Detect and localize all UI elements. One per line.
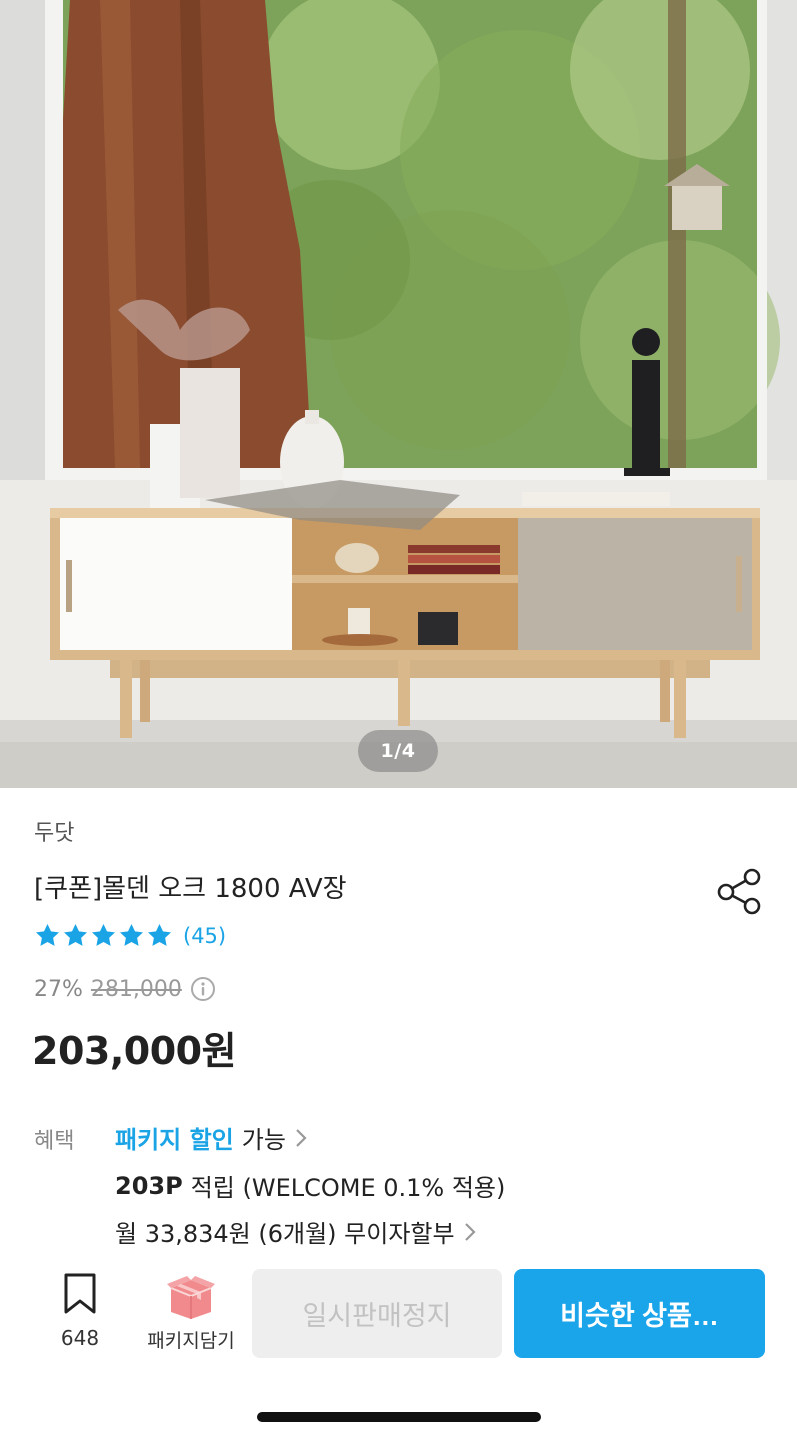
package-box-icon: [167, 1276, 215, 1319]
package-add-label: 패키지담기: [147, 1330, 235, 1352]
carousel-page-indicator: 1/4: [358, 730, 438, 772]
points-row: 203P 적립 (WELCOME 0.1% 적용): [115, 1168, 505, 1203]
rating-row[interactable]: (45): [34, 922, 226, 949]
product-title: [쿠폰]몰덴 오크 1800 AV장: [34, 874, 347, 904]
bookmark-count: 648: [60, 1326, 100, 1350]
brand-name[interactable]: 두닷: [34, 815, 74, 847]
package-add-button[interactable]: 패키지담기: [137, 1272, 245, 1353]
package-discount-row[interactable]: 패키지 할인 가능: [115, 1120, 308, 1155]
original-price: 281,000: [90, 976, 182, 1002]
star-icon: [148, 924, 171, 946]
share-icon: [717, 868, 761, 915]
package-discount-label: 패키지 할인: [115, 1126, 234, 1154]
star-icon: [92, 924, 115, 946]
package-available-text: 가능: [241, 1126, 286, 1154]
chevron-right-icon: [296, 1128, 307, 1147]
info-icon[interactable]: [190, 976, 216, 1002]
installment-text: 월 33,834원 (6개월) 무이자할부: [115, 1220, 455, 1248]
chevron-right-icon: [464, 1222, 476, 1241]
bookmark-icon: [64, 1273, 96, 1314]
bookmark-button[interactable]: 648: [50, 1272, 110, 1350]
installment-row[interactable]: 월 33,834원 (6개월) 무이자할부: [115, 1214, 477, 1249]
share-button[interactable]: [714, 866, 764, 916]
discount-rate: 27%: [34, 976, 83, 1002]
star-icon: [120, 924, 143, 946]
benefit-label: 혜택: [34, 1129, 75, 1154]
star-icon: [36, 924, 59, 946]
star-rating: [34, 922, 173, 949]
similar-products-button[interactable]: 비슷한 상품…: [514, 1269, 765, 1358]
review-count[interactable]: (45): [183, 924, 226, 948]
star-icon: [64, 924, 87, 946]
sale-price: 203,000원: [32, 1029, 237, 1073]
sold-out-button: 일시판매정지: [252, 1269, 502, 1358]
price-discount-row: 27% 281,000: [34, 976, 216, 1002]
points-text: 적립 (WELCOME 0.1% 적용): [190, 1174, 506, 1202]
product-photo: [0, 0, 797, 788]
home-indicator: [257, 1412, 541, 1422]
product-image-carousel[interactable]: 1/4: [0, 0, 797, 788]
points-amount: 203P: [115, 1171, 183, 1200]
